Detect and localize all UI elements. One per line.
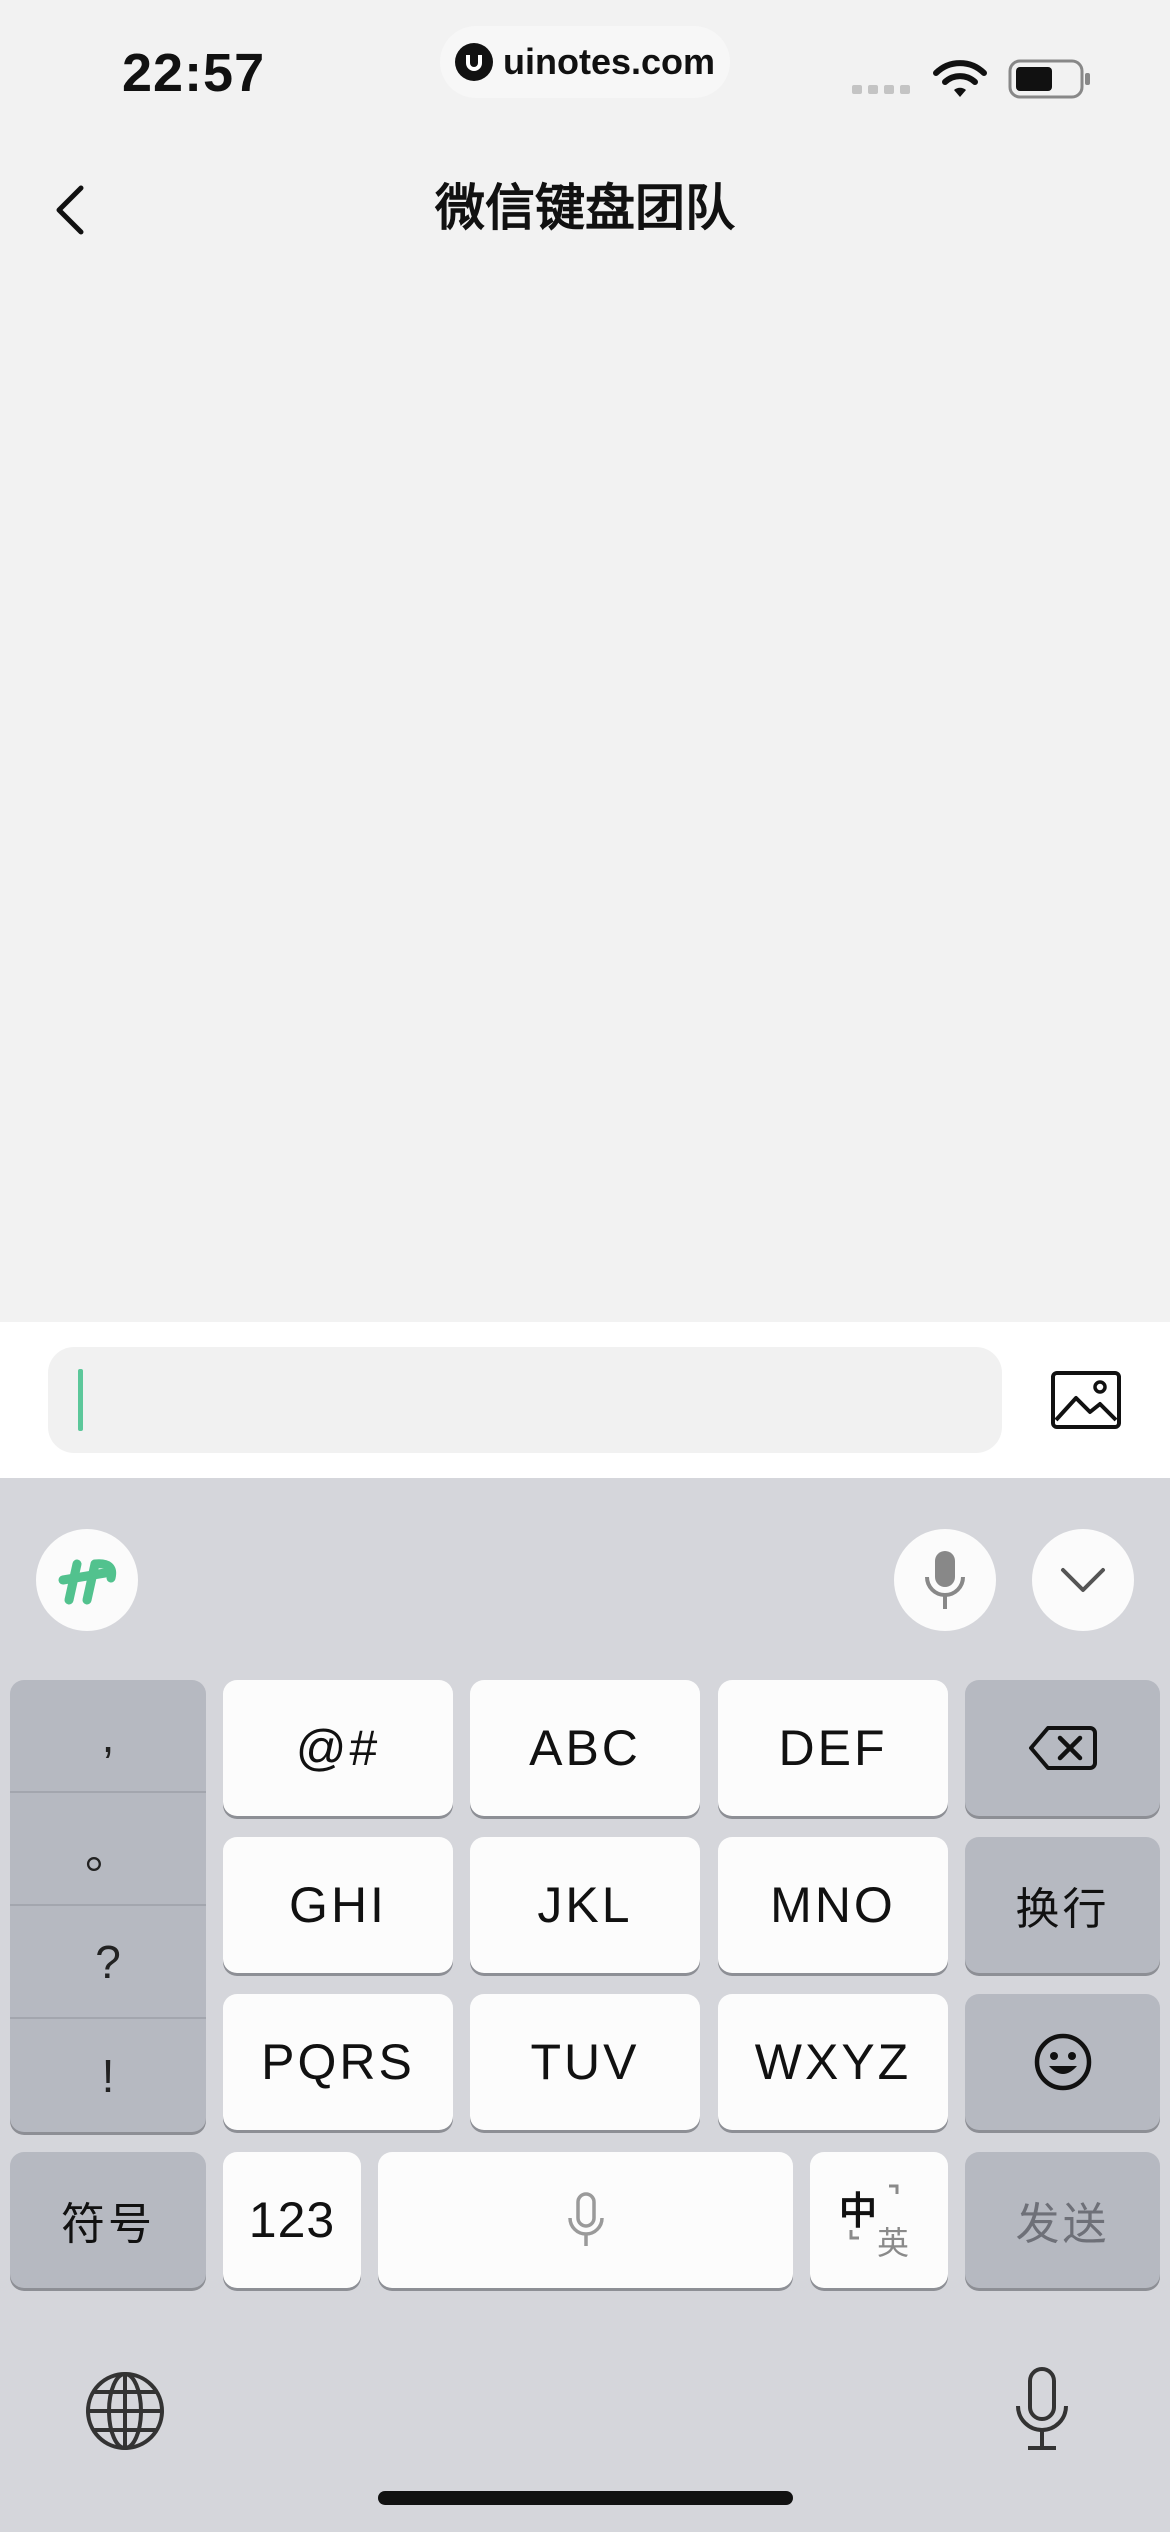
key-abc[interactable]: ABC — [470, 1680, 700, 1816]
backspace-icon — [1028, 1726, 1097, 1770]
microphone-icon — [567, 2192, 604, 2246]
image-button[interactable] — [1050, 1370, 1122, 1430]
microphone-icon — [1016, 2367, 1068, 2450]
symbols-key[interactable]: 符号 — [10, 2152, 206, 2288]
status-time: 22:57 — [122, 43, 266, 103]
key-jkl[interactable]: JKL — [470, 1837, 700, 1973]
key-tuv[interactable]: TUV — [470, 1994, 700, 2130]
language-switch-key[interactable]: 中 英 — [810, 2152, 948, 2288]
home-indicator — [378, 2491, 793, 2505]
swap-bracket-icon — [849, 2184, 899, 2240]
signal-icon — [852, 82, 916, 101]
punctuation-key-comma[interactable]: , — [10, 1680, 206, 1793]
punctuation-key-question[interactable]: ? — [10, 1906, 206, 2019]
space-key[interactable] — [378, 2152, 793, 2288]
page-title: 微信键盘团队 — [435, 180, 735, 236]
punctuation-column: , 。 ? ! — [10, 1680, 206, 2132]
uinotes-logo-icon — [454, 43, 493, 81]
microphone-icon — [925, 1551, 965, 1609]
voice-input-button[interactable] — [894, 1529, 996, 1631]
send-key[interactable]: 发送 — [965, 2152, 1160, 2288]
newline-key[interactable]: 换行 — [965, 1837, 1160, 1973]
wetype-logo-button[interactable] — [36, 1529, 138, 1631]
globe-icon — [86, 2372, 164, 2450]
message-input[interactable] — [48, 1347, 1002, 1453]
url-text: uinotes.com — [502, 41, 716, 82]
key-ghi[interactable]: GHI — [223, 1837, 453, 1973]
language-switch-label: 中 英 — [839, 2180, 919, 2261]
wetype-logo-icon — [58, 1559, 117, 1605]
key-pqrs[interactable]: PQRS — [223, 1994, 453, 2130]
delete-key[interactable] — [965, 1680, 1160, 1816]
key-mno[interactable]: MNO — [718, 1837, 948, 1973]
emoji-icon — [1034, 2033, 1091, 2091]
key-wxyz[interactable]: WXYZ — [718, 1994, 948, 2130]
url-pill[interactable]: uinotes.com — [440, 26, 730, 98]
dictation-button[interactable] — [1012, 2366, 1072, 2457]
image-icon — [1051, 1371, 1121, 1429]
emoji-key[interactable] — [965, 1994, 1160, 2130]
globe-button[interactable] — [84, 2370, 166, 2457]
wifi-icon — [932, 58, 988, 105]
numbers-key[interactable]: 123 — [223, 2152, 361, 2288]
key-symbols-at[interactable]: @# — [223, 1680, 453, 1816]
punctuation-key-exclaim[interactable]: ! — [10, 2019, 206, 2132]
text-caret — [78, 1369, 83, 1431]
battery-icon — [1008, 58, 1092, 105]
punctuation-key-period[interactable]: 。 — [10, 1793, 206, 1906]
key-def[interactable]: DEF — [718, 1680, 948, 1816]
chevron-down-icon — [1061, 1568, 1105, 1592]
collapse-keyboard-button[interactable] — [1032, 1529, 1134, 1631]
